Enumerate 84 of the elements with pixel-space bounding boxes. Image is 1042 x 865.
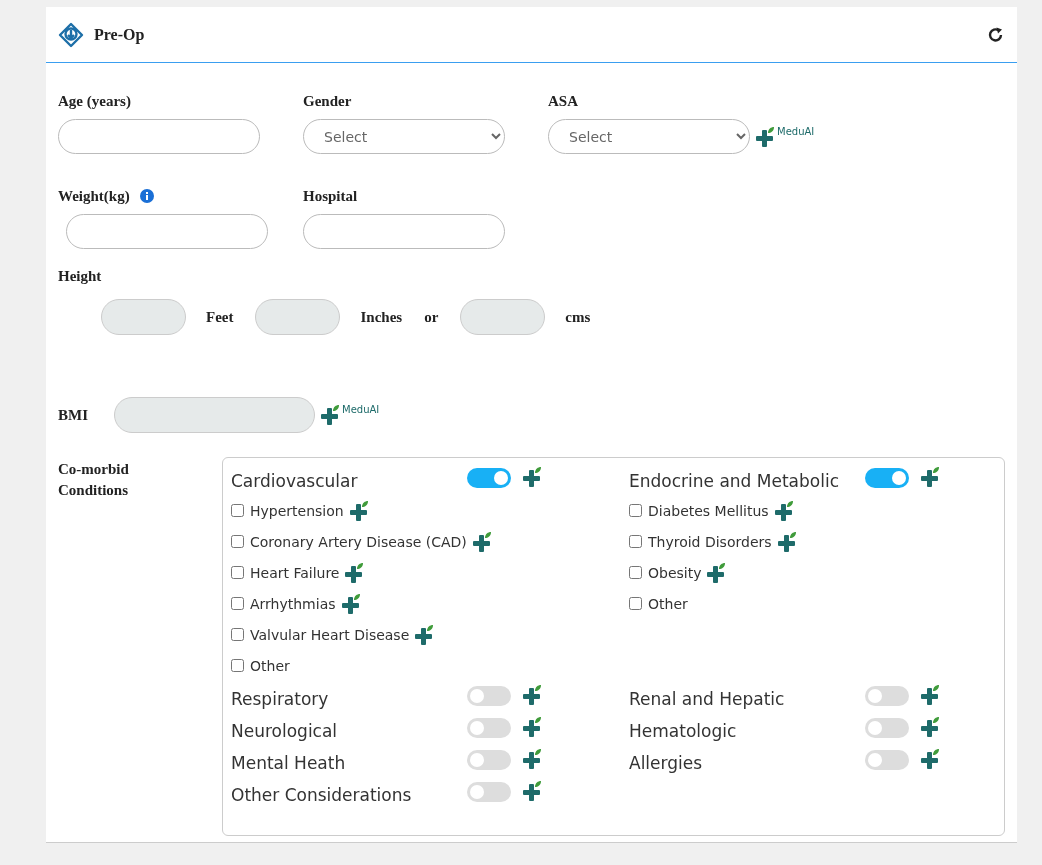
- toggle-switch[interactable]: [865, 750, 909, 770]
- field-label: Gender: [303, 92, 352, 110]
- field-label: Weight(kg): [58, 187, 130, 205]
- medical-cross-icon[interactable]: [919, 466, 941, 488]
- checkbox-label: Heart Failure: [250, 564, 340, 581]
- refresh-icon[interactable]: [987, 25, 1005, 44]
- input-field[interactable]: [101, 299, 186, 335]
- medical-cross-icon[interactable]: [919, 716, 941, 738]
- field-label: Hospital: [303, 187, 358, 205]
- medical-cross-icon[interactable]: [470, 530, 493, 553]
- category-title: Neurological: [231, 720, 339, 743]
- unit-label: Feet: [206, 308, 234, 326]
- field-label: Age (years): [58, 92, 131, 110]
- toggle-switch[interactable]: [865, 686, 909, 706]
- category-title: Other Considerations: [231, 784, 413, 807]
- toggle-switch[interactable]: [467, 686, 511, 706]
- medical-cross-icon[interactable]: [775, 530, 798, 553]
- medical-cross-icon[interactable]: [919, 684, 941, 706]
- medical-cross-icon[interactable]: [772, 499, 795, 522]
- input-field[interactable]: [303, 214, 505, 249]
- medical-cross-icon[interactable]: [339, 592, 362, 615]
- select-field[interactable]: Select: [303, 119, 505, 154]
- checkbox-label: Other: [648, 595, 688, 612]
- field-label: BMI: [58, 406, 88, 424]
- logo-text: MeduAI: [777, 125, 815, 137]
- panel-title: Pre-Op: [94, 25, 145, 44]
- toggle-switch[interactable]: [865, 718, 909, 738]
- input-field[interactable]: [460, 299, 546, 335]
- checkbox-label: Hypertension: [250, 502, 344, 519]
- medical-cross-icon[interactable]: [705, 561, 728, 584]
- medical-cross-icon[interactable]: [754, 125, 776, 148]
- unit-label: cms: [565, 308, 591, 326]
- medical-cross-icon[interactable]: [521, 716, 543, 738]
- category-title: Allergies: [629, 752, 704, 775]
- toggle-switch[interactable]: [467, 468, 511, 488]
- category-title: Endocrine and Metabolic: [629, 470, 840, 493]
- info-icon[interactable]: [139, 189, 154, 203]
- logo-text: MeduAI: [342, 404, 380, 415]
- medical-cross-icon[interactable]: [521, 748, 543, 770]
- field-label: ASA: [548, 92, 578, 110]
- checkbox[interactable]: [231, 504, 244, 517]
- medical-cross-icon[interactable]: [521, 780, 543, 802]
- medical-cross-icon[interactable]: [521, 466, 543, 488]
- toggle-switch[interactable]: [467, 718, 511, 738]
- checkbox-label: Arrhythmias: [250, 595, 336, 612]
- checkbox[interactable]: [231, 628, 244, 641]
- select-field[interactable]: Select: [548, 119, 750, 154]
- category-title: Renal and Hepatic: [629, 688, 786, 711]
- toggle-switch[interactable]: [467, 782, 511, 802]
- category-title: Respiratory: [231, 688, 330, 711]
- checkbox-label: Thyroid Disorders: [648, 533, 772, 550]
- medical-cross-icon[interactable]: [343, 561, 366, 584]
- input-field[interactable]: [66, 214, 268, 249]
- download-icon: [58, 21, 84, 48]
- checkbox[interactable]: [629, 535, 642, 548]
- medical-cross-icon[interactable]: [319, 404, 341, 426]
- checkbox-label: Valvular Heart Disease: [250, 626, 410, 643]
- category-title: Hematologic: [629, 720, 738, 743]
- medical-cross-icon[interactable]: [521, 684, 543, 706]
- or-label: or: [424, 308, 439, 326]
- toggle-switch[interactable]: [865, 468, 909, 488]
- input-field[interactable]: [58, 119, 260, 154]
- checkbox[interactable]: [629, 597, 642, 610]
- checkbox[interactable]: [231, 566, 244, 579]
- checkbox[interactable]: [231, 659, 244, 672]
- field-label: Co-morbid Conditions: [58, 460, 130, 500]
- checkbox[interactable]: [231, 535, 244, 548]
- medical-cross-icon[interactable]: [413, 623, 436, 646]
- category-title: Cardiovascular: [231, 470, 359, 493]
- checkbox-label: Diabetes Mellitus: [648, 502, 769, 519]
- medical-cross-icon[interactable]: [347, 499, 370, 522]
- checkbox[interactable]: [231, 597, 244, 610]
- bmi-field[interactable]: [114, 397, 315, 433]
- medical-cross-icon[interactable]: [919, 748, 941, 770]
- input-field[interactable]: [255, 299, 341, 335]
- checkbox[interactable]: [629, 566, 642, 579]
- checkbox-label: Obesity: [648, 564, 702, 581]
- checkbox-label: Coronary Artery Disease (CAD): [250, 533, 467, 550]
- toggle-switch[interactable]: [467, 750, 511, 770]
- category-title: Mental Heath: [231, 752, 347, 775]
- checkbox[interactable]: [629, 504, 642, 517]
- field-label: Height: [58, 268, 102, 284]
- unit-label: Inches: [360, 308, 403, 326]
- checkbox-label: Other: [250, 657, 290, 674]
